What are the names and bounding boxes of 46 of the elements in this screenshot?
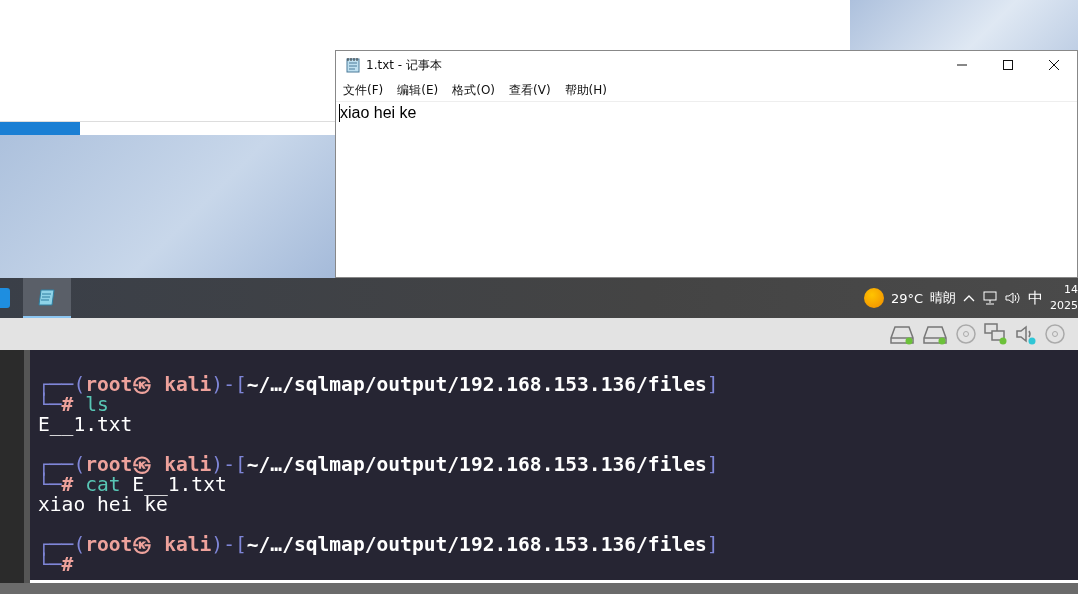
network-adapter-icon[interactable] [984, 323, 1008, 345]
volume-icon[interactable] [1005, 291, 1021, 305]
terminal-text: )-[ [211, 373, 247, 396]
speaker-icon[interactable] [1015, 323, 1037, 345]
temperature: 29°C [890, 290, 923, 306]
terminal-text: # [61, 553, 74, 576]
terminal-text: ~/…/sqlmap/output/192.168.153.136/files [246, 373, 707, 396]
menu-item[interactable]: 编辑(E) [397, 81, 439, 99]
notepad-icon [345, 57, 361, 73]
terminal-text: ] [706, 533, 719, 556]
terminal-text: )-[ [211, 453, 247, 476]
menu-item[interactable]: 文件(F) [343, 81, 384, 99]
terminal-text: xiao hei ke [38, 493, 168, 516]
menu-item[interactable]: 格式(O) [452, 81, 496, 99]
terminal[interactable] [30, 350, 1078, 583]
disc-icon[interactable] [955, 323, 977, 345]
hard-drive-icon[interactable] [922, 323, 948, 345]
notepad-taskbar-icon[interactable] [23, 278, 71, 318]
terminal-text: E__1.txt [132, 473, 227, 496]
terminal-text: root㉿ kali [85, 453, 212, 476]
chevron-up-icon[interactable] [963, 294, 975, 302]
input-method-indicator[interactable]: 中 [1028, 288, 1043, 308]
disc-icon[interactable] [1044, 323, 1066, 345]
terminal-text: root㉿ kali [85, 373, 212, 396]
window-title: 1.txt - 记事本 [366, 56, 442, 74]
weather-condition: 晴朗 [930, 289, 956, 307]
terminal-text: )-[ [211, 533, 247, 556]
terminal-text: # [61, 473, 74, 496]
terminal-text: ls [84, 393, 109, 416]
text-area[interactable]: xiao hei ke [336, 102, 1077, 277]
network-icon[interactable] [982, 291, 998, 305]
menu-item[interactable]: 查看(V) [509, 81, 551, 99]
maximize-icon [1002, 59, 1014, 71]
terminal-text: ] [706, 453, 719, 476]
hard-drive-icon[interactable] [889, 323, 915, 345]
terminal-text: E__1.txt [38, 413, 133, 436]
terminal-text: cat [84, 473, 121, 496]
terminal-text: ~/…/sqlmap/output/192.168.153.136/files [246, 533, 707, 556]
terminal-text: # [61, 393, 74, 416]
terminal-text: root㉿ kali [85, 533, 212, 556]
menu-item[interactable]: 帮助(H) [564, 81, 607, 99]
close-icon [1048, 59, 1060, 71]
terminal-text: ] [706, 373, 719, 396]
clock[interactable]: 14 2025 [1050, 282, 1078, 314]
sun-icon [863, 288, 884, 308]
terminal-text: ~/…/sqlmap/output/192.168.153.136/files [246, 453, 707, 476]
